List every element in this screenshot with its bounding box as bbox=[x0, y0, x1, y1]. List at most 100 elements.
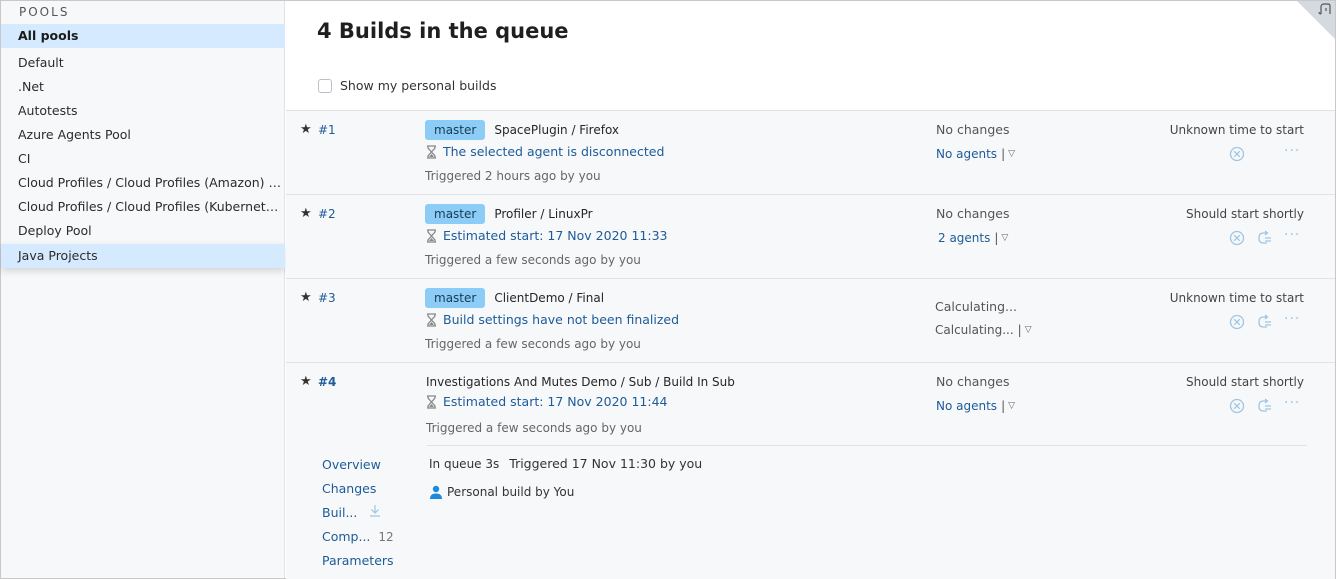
wait-reason-link[interactable]: Estimated start: 17 Nov 2020 11:44 bbox=[443, 394, 667, 409]
wait-reason-link[interactable]: Build settings have not been finalized bbox=[443, 312, 679, 327]
cancel-build-icon[interactable] bbox=[1229, 146, 1245, 165]
hourglass-icon bbox=[427, 394, 436, 409]
tab-label: Comp... bbox=[322, 529, 371, 544]
personal-builds-checkbox[interactable] bbox=[318, 78, 332, 93]
hourglass-icon bbox=[427, 312, 436, 327]
tab-label: Parameters bbox=[322, 553, 394, 568]
pool-item-azure-agents-pool[interactable]: Azure Agents Pool bbox=[1, 123, 285, 147]
personal-build-info: Personal build by You bbox=[429, 485, 574, 499]
queue-summary: In queue 3s Triggered 17 Nov 11:30 by you bbox=[429, 456, 702, 471]
triggered-info: Triggered a few seconds ago by you bbox=[425, 253, 641, 267]
time-to-start: Should start shortly bbox=[1186, 207, 1304, 221]
in-queue-duration: In queue 3s bbox=[429, 457, 500, 471]
changes-status: Calculating... bbox=[935, 299, 1017, 314]
star-icon[interactable]: ★ bbox=[300, 122, 312, 137]
pool-item-cloud-profiles-amazon[interactable]: Cloud Profiles / Cloud Profiles (Amazon)… bbox=[1, 171, 285, 195]
wait-reason-link[interactable]: Estimated start: 17 Nov 2020 11:33 bbox=[443, 228, 667, 243]
pool-item-cloud-profiles-kubernetes[interactable]: Cloud Profiles / Cloud Profiles (Kuberne… bbox=[1, 195, 285, 219]
agents-count[interactable]: No agents bbox=[936, 399, 997, 413]
queued-build-row: ★ #2 master Profiler / LinuxPr Estimated… bbox=[286, 195, 1335, 279]
tab-build-log[interactable]: Buil... bbox=[322, 501, 394, 525]
hourglass-icon bbox=[427, 228, 436, 243]
branch-badge[interactable]: master bbox=[425, 288, 486, 308]
build-number[interactable]: #2 bbox=[318, 207, 336, 221]
tab-changes[interactable]: Changes bbox=[322, 477, 394, 501]
pool-item-dotnet[interactable]: .Net bbox=[1, 75, 285, 99]
more-options-icon[interactable]: ··· bbox=[1284, 143, 1300, 159]
pool-item-deploy-pool[interactable]: Deploy Pool bbox=[1, 219, 285, 243]
tab-parameters[interactable]: Parameters bbox=[322, 549, 394, 573]
triggered-info: Triggered 2 hours ago by you bbox=[425, 169, 601, 183]
move-to-top-icon[interactable] bbox=[1257, 314, 1273, 333]
tab-label: Changes bbox=[322, 481, 377, 496]
pool-item-default[interactable]: Default bbox=[1, 51, 285, 75]
branch-badge[interactable]: master bbox=[425, 120, 486, 140]
build-type-name[interactable]: SpacePlugin / Firefox bbox=[494, 123, 619, 137]
compatible-agents-dropdown[interactable]: 2 agents | ▽ bbox=[938, 231, 1008, 245]
triangle-down-icon[interactable]: ▽ bbox=[1008, 149, 1015, 159]
build-details-tabs: Overview Changes Buil... Comp... 12 Param… bbox=[322, 453, 394, 573]
show-personal-builds-toggle[interactable]: Show my personal builds bbox=[318, 78, 496, 93]
changes-status: No changes bbox=[936, 374, 1010, 389]
build-number[interactable]: #1 bbox=[318, 123, 336, 137]
cancel-build-icon[interactable] bbox=[1229, 314, 1245, 333]
time-to-start: Unknown time to start bbox=[1169, 291, 1304, 305]
page-title: 4 Builds in the queue bbox=[317, 19, 569, 43]
queued-build-row: ★ #3 master ClientDemo / Final Build set… bbox=[286, 279, 1335, 363]
pool-item-java-projects[interactable]: Java Projects bbox=[1, 244, 285, 268]
cancel-build-icon[interactable] bbox=[1229, 398, 1245, 417]
agents-count[interactable]: 2 agents bbox=[938, 231, 990, 245]
build-queue-list: ★ #1 master SpacePlugin / Firefox The se… bbox=[286, 110, 1335, 579]
personal-builds-label: Show my personal builds bbox=[340, 78, 497, 93]
changes-status: No changes bbox=[936, 122, 1010, 137]
time-to-start: Unknown time to start bbox=[1169, 123, 1304, 137]
changes-status: No changes bbox=[936, 206, 1010, 221]
triggered-at: Triggered 17 Nov 11:30 by you bbox=[509, 456, 703, 471]
triangle-down-icon[interactable]: ▽ bbox=[1001, 233, 1008, 243]
agents-count[interactable]: Calculating... bbox=[935, 323, 1014, 337]
branch-badge[interactable]: master bbox=[425, 204, 486, 224]
cancel-build-icon[interactable] bbox=[1229, 230, 1245, 249]
triggered-info: Triggered a few seconds ago by you bbox=[426, 421, 642, 435]
more-options-icon[interactable]: ··· bbox=[1284, 311, 1300, 327]
pool-item-all-pools[interactable]: All pools bbox=[1, 24, 285, 48]
time-to-start: Should start shortly bbox=[1186, 375, 1304, 389]
tab-label: Overview bbox=[322, 457, 381, 472]
pool-item-autotests[interactable]: Autotests bbox=[1, 99, 285, 123]
more-options-icon[interactable]: ··· bbox=[1284, 395, 1300, 411]
personal-build-label: Personal build by You bbox=[447, 485, 575, 499]
tab-label: Buil... bbox=[322, 505, 358, 520]
queued-build-row: ★ #1 master SpacePlugin / Firefox The se… bbox=[286, 111, 1335, 195]
pool-item-ci[interactable]: CI bbox=[1, 147, 285, 171]
more-options-icon[interactable]: ··· bbox=[1284, 227, 1300, 243]
star-icon[interactable]: ★ bbox=[300, 290, 312, 305]
sidebar-title: POOLS bbox=[19, 5, 70, 19]
download-icon[interactable] bbox=[369, 501, 381, 525]
star-icon[interactable]: ★ bbox=[300, 374, 312, 389]
compatible-agents-dropdown[interactable]: Calculating... | ▽ bbox=[935, 323, 1032, 337]
build-type-name[interactable]: Investigations And Mutes Demo / Sub / Bu… bbox=[426, 375, 735, 389]
triangle-down-icon[interactable]: ▽ bbox=[1025, 325, 1032, 335]
triangle-down-icon[interactable]: ▽ bbox=[1008, 401, 1015, 411]
queued-build-row: ★ #4 Investigations And Mutes Demo / Sub… bbox=[286, 363, 1335, 579]
pools-sidebar: POOLS All pools Default .Net Autotests A… bbox=[1, 1, 285, 578]
agents-count[interactable]: No agents bbox=[936, 147, 997, 161]
wait-reason-link[interactable]: The selected agent is disconnected bbox=[443, 144, 664, 159]
tab-compatible-agents[interactable]: Comp... 12 bbox=[322, 525, 394, 549]
details-divider bbox=[427, 445, 1307, 446]
compatible-agents-dropdown[interactable]: No agents | ▽ bbox=[936, 147, 1015, 161]
build-type-name[interactable]: Profiler / LinuxPr bbox=[494, 207, 592, 221]
build-number[interactable]: #3 bbox=[318, 291, 336, 305]
tab-overview[interactable]: Overview bbox=[322, 453, 394, 477]
compatible-agents-dropdown[interactable]: No agents | ▽ bbox=[936, 399, 1015, 413]
user-icon bbox=[430, 485, 442, 499]
main-panel: 4 Builds in the queue Show my personal b… bbox=[286, 1, 1335, 579]
move-to-top-icon[interactable] bbox=[1257, 230, 1273, 249]
build-type-name[interactable]: ClientDemo / Final bbox=[494, 291, 604, 305]
move-to-top-icon[interactable] bbox=[1257, 398, 1273, 417]
triggered-info: Triggered a few seconds ago by you bbox=[425, 337, 641, 351]
star-icon[interactable]: ★ bbox=[300, 206, 312, 221]
compatible-agents-count: 12 bbox=[378, 530, 394, 544]
build-number[interactable]: #4 bbox=[318, 375, 336, 389]
experimental-ui-icon[interactable] bbox=[1318, 3, 1332, 19]
